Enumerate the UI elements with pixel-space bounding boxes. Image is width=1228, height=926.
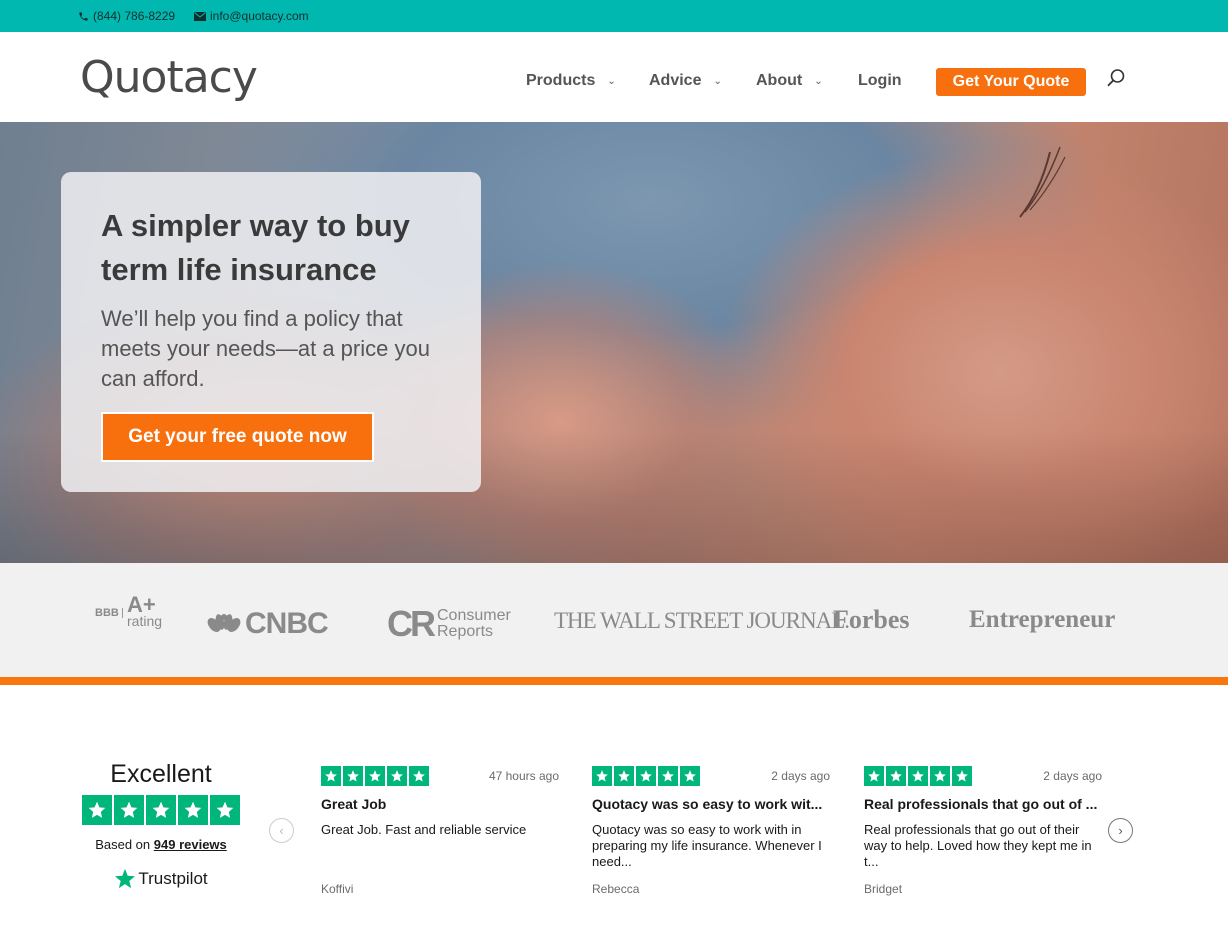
cr-line1: Consumer (437, 607, 511, 624)
review-card[interactable]: 47 hours ago Great Job Great Job. Fast a… (321, 766, 559, 896)
press-logos-strip: BBB A+ rating CNBC CR Consumer Reports T… (0, 563, 1228, 677)
email-address: info@quotacy.com (210, 9, 309, 23)
nav-advice-label: Advice (649, 72, 702, 89)
review-title: Real professionals that go out of ... (864, 796, 1098, 812)
trustpilot-based-on: Based on 949 reviews (80, 837, 242, 852)
hero-subtitle: We’ll help you find a policy that meets … (101, 306, 430, 391)
bbb-rating-label: rating (127, 613, 163, 629)
review-title: Quotacy was so easy to work wit... (592, 796, 823, 812)
cnbc-logo: CNBC (207, 607, 329, 641)
star-icon (680, 766, 700, 786)
star-icon (614, 766, 634, 786)
star-icon (636, 766, 656, 786)
cr-mark: CR (387, 603, 436, 644)
chevron-down-icon: ⌄ (607, 75, 616, 87)
quotacy-logo[interactable]: Quotacy (80, 52, 258, 103)
star-icon (592, 766, 612, 786)
star-icon (321, 766, 341, 786)
star-icon (930, 766, 950, 786)
cr-line2: Reports (437, 623, 494, 640)
bbb-mark: BBB (95, 608, 123, 619)
peacock-icon (207, 614, 241, 632)
consumer-reports-logo: CR Consumer Reports (387, 603, 511, 645)
search-icon (1107, 69, 1125, 87)
bbb-logo: BBB A+ rating (95, 592, 163, 630)
wsj-logo: THE WALL STREET JOURNAL. (554, 608, 850, 633)
entrepreneur-logo: Entrepreneur (969, 606, 1116, 633)
review-time: 2 days ago (1043, 769, 1102, 783)
star-icon (387, 766, 407, 786)
trustpilot-star-icon (115, 868, 136, 889)
star-icon (886, 766, 906, 786)
carousel-next-button[interactable]: › (1108, 818, 1133, 843)
envelope-icon (194, 11, 206, 21)
get-your-quote-button[interactable]: Get Your Quote (936, 68, 1086, 96)
cnbc-text: CNBC (245, 607, 329, 640)
nav-products[interactable]: Products ⌄ (526, 72, 616, 90)
orange-divider (0, 677, 1228, 685)
nav-advice[interactable]: Advice ⌄ (649, 72, 722, 90)
hero-card: A simpler way to buy term life insurance… (61, 172, 481, 492)
chevron-right-icon: › (1118, 823, 1123, 838)
star-icon (908, 766, 928, 786)
review-author: Bridget (864, 882, 903, 896)
hero-title: A simpler way to buy term life insurance (101, 208, 410, 287)
bbb-rating: A+ rating (127, 592, 163, 630)
chevron-down-icon: ⌄ (814, 75, 823, 87)
review-body: Quotacy was so easy to work with in prep… (592, 822, 822, 869)
star-icon (658, 766, 678, 786)
chevron-left-icon: ‹ (279, 823, 284, 838)
cr-text: Consumer Reports (437, 608, 511, 640)
based-on-prefix: Based on (95, 837, 151, 852)
review-author: Rebecca (592, 882, 640, 896)
review-body: Great Job. Fast and reliable service (321, 822, 527, 837)
star-icon (343, 766, 363, 786)
site-header: Quotacy Products ⌄ Advice ⌄ About ⌄ Logi… (0, 32, 1228, 122)
carousel-prev-button[interactable]: ‹ (269, 818, 294, 843)
trustpilot-summary-stars (80, 795, 242, 825)
contact-bar: (844) 786-8229 info@quotacy.com (0, 0, 1228, 32)
star-icon (864, 766, 884, 786)
review-count-link[interactable]: 949 reviews (154, 837, 227, 852)
star-icon (114, 795, 144, 825)
hero-banner: A simpler way to buy term life insurance… (0, 122, 1228, 563)
trustpilot-logo[interactable]: Trustpilot (80, 868, 242, 890)
trustpilot-rating-word: Excellent (110, 760, 212, 788)
nav-login[interactable]: Login (858, 72, 902, 90)
star-icon (82, 795, 112, 825)
forbes-logo: Forbes (833, 605, 910, 634)
star-icon (210, 795, 240, 825)
review-card[interactable]: 2 days ago Quotacy was so easy to work w… (592, 766, 830, 896)
review-time: 2 days ago (771, 769, 830, 783)
chevron-down-icon: ⌄ (713, 75, 722, 87)
star-icon (365, 766, 385, 786)
star-icon (178, 795, 208, 825)
nav-login-label: Login (858, 72, 902, 89)
phone-link[interactable]: (844) 786-8229 (78, 9, 175, 23)
phone-icon (79, 11, 88, 21)
search-button[interactable] (1106, 68, 1126, 93)
trustpilot-summary: Excellent Based on 949 reviews Trustpilo… (80, 760, 242, 890)
review-title: Great Job (321, 796, 387, 812)
review-card[interactable]: 2 days ago Real professionals that go ou… (864, 766, 1102, 896)
phone-number: (844) 786-8229 (93, 9, 176, 23)
free-quote-button[interactable]: Get your free quote now (101, 412, 374, 462)
review-body: Real professionals that go out of their … (864, 822, 1092, 869)
nav-about[interactable]: About ⌄ (756, 72, 823, 90)
trustpilot-brand: Trustpilot (138, 869, 208, 888)
star-icon (409, 766, 429, 786)
baby-eyelash-detail (1019, 146, 1066, 218)
email-link[interactable]: info@quotacy.com (194, 9, 309, 23)
bbb-grade: A+ (127, 592, 156, 617)
star-icon (952, 766, 972, 786)
nav-about-label: About (756, 72, 803, 89)
review-time: 47 hours ago (488, 769, 559, 783)
review-author: Koffivi (321, 882, 354, 896)
star-icon (146, 795, 176, 825)
nav-products-label: Products (526, 72, 596, 89)
